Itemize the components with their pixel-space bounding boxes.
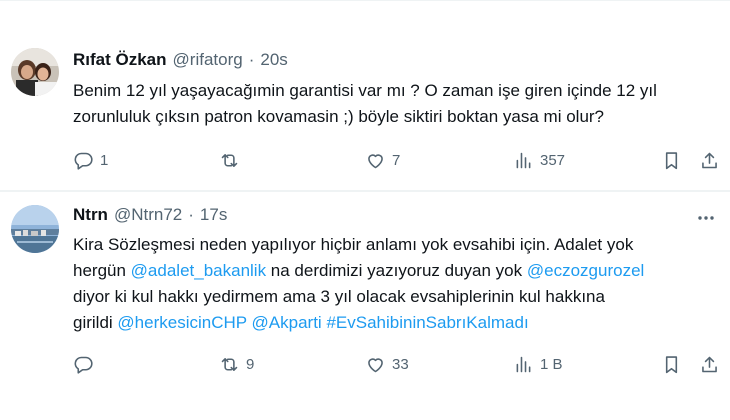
hashtag-link[interactable]: #EvSahibininSabrıKalmadı — [326, 313, 528, 332]
share-icon — [702, 356, 717, 372]
like-button[interactable]: 7 — [365, 148, 400, 172]
reply-icon — [74, 356, 93, 374]
tweet-header: Rıfat Özkan @rifatorg · 20s — [73, 50, 288, 74]
tweet-text-line: zorunluluk çıksın patron kovamasin ;) bö… — [73, 104, 713, 130]
avatar[interactable] — [11, 48, 59, 96]
mention-link[interactable]: @Akparti — [252, 313, 322, 332]
retweet-button[interactable] — [219, 148, 246, 172]
text-segment: girildi — [73, 313, 118, 332]
views-icon — [516, 356, 531, 372]
text-segment: diyor ki kul hakkı yedirmem ama 3 yıl ol… — [73, 287, 605, 306]
timestamp[interactable]: 17s — [200, 205, 227, 225]
retweet-button[interactable]: 9 — [219, 352, 254, 376]
tweet[interactable]: Rıfat Özkan @rifatorg · 20s Benim 12 yıl… — [0, 0, 730, 190]
share-icon — [702, 152, 717, 168]
tweet-text-line: girildi @herkesicinCHP @Akparti #EvSahib… — [73, 310, 713, 336]
retweet-icon — [221, 153, 238, 167]
mention-link[interactable]: @herkesicinCHP — [117, 313, 246, 332]
tweet-text-line: diyor ki kul hakkı yedirmem ama 3 yıl ol… — [73, 284, 713, 310]
tweet[interactable]: Ntrn @Ntrn72 · 17s Kira Sözleşmesi neden… — [0, 192, 730, 420]
share-button[interactable] — [699, 148, 720, 172]
more-icon — [698, 216, 714, 220]
timeline: Rıfat Özkan @rifatorg · 20s Benim 12 yıl… — [0, 0, 730, 420]
bookmark-button[interactable] — [661, 352, 682, 376]
share-button[interactable] — [699, 352, 720, 376]
user-handle[interactable]: @rifatorg — [173, 50, 243, 70]
text-segment: Benim 12 yıl yaşayacağımin garantisi var… — [73, 81, 657, 100]
like-icon — [368, 153, 383, 168]
text-segment: zorunluluk çıksın patron kovamasin ;) bö… — [73, 107, 605, 126]
avatar[interactable] — [11, 205, 59, 253]
header-separator: · — [248, 50, 255, 69]
bookmark-icon — [665, 151, 678, 169]
like-icon — [368, 357, 383, 372]
view-count: 357 — [540, 151, 566, 169]
retweet-icon — [221, 357, 238, 371]
views-button[interactable]: 1 B — [513, 352, 563, 376]
text-segment: Kira Sözleşmesi neden yapılıyor hiçbir a… — [73, 235, 634, 254]
tweet-text-line: hergün @adalet_bakanlik na derdimizi yaz… — [73, 258, 713, 284]
tweet-text-line: Kira Sözleşmesi neden yapılıyor hiçbir a… — [73, 232, 713, 258]
tweet-actions: 9 33 1 B — [73, 352, 723, 376]
user-handle[interactable]: @Ntrn72 — [114, 205, 182, 225]
view-count: 1 B — [540, 355, 563, 373]
tweet-header: Ntrn @Ntrn72 · 17s — [73, 205, 227, 229]
display-name[interactable]: Ntrn — [73, 205, 108, 225]
more-button[interactable] — [696, 208, 716, 228]
mention-link[interactable]: @eczozgurozel — [527, 261, 644, 280]
reply-icon — [74, 152, 93, 170]
views-icon — [516, 152, 531, 168]
bookmark-icon — [665, 355, 678, 373]
tweet-text: Benim 12 yıl yaşayacağımin garantisi var… — [73, 78, 713, 130]
mention-link[interactable]: @adalet_bakanlik — [131, 261, 266, 280]
reply-count: 1 — [100, 151, 109, 169]
bookmark-button[interactable] — [661, 148, 682, 172]
tweet-text-line: Benim 12 yıl yaşayacağımin garantisi var… — [73, 78, 713, 104]
text-segment: hergün — [73, 261, 131, 280]
like-count: 33 — [392, 355, 409, 373]
like-count: 7 — [392, 151, 401, 169]
reply-button[interactable] — [73, 352, 100, 376]
reply-button[interactable]: 1 — [73, 148, 108, 172]
tweet-actions: 1 7 357 — [73, 148, 723, 172]
timestamp[interactable]: 20s — [260, 50, 287, 70]
views-button[interactable]: 357 — [513, 148, 565, 172]
display-name[interactable]: Rıfat Özkan — [73, 50, 167, 70]
text-segment: na derdimizi yazıyoruz duyan yok — [266, 261, 527, 280]
retweet-count: 9 — [246, 355, 255, 373]
like-button[interactable]: 33 — [365, 352, 409, 376]
tweet-text: Kira Sözleşmesi neden yapılıyor hiçbir a… — [73, 232, 713, 336]
header-separator: · — [188, 205, 194, 224]
